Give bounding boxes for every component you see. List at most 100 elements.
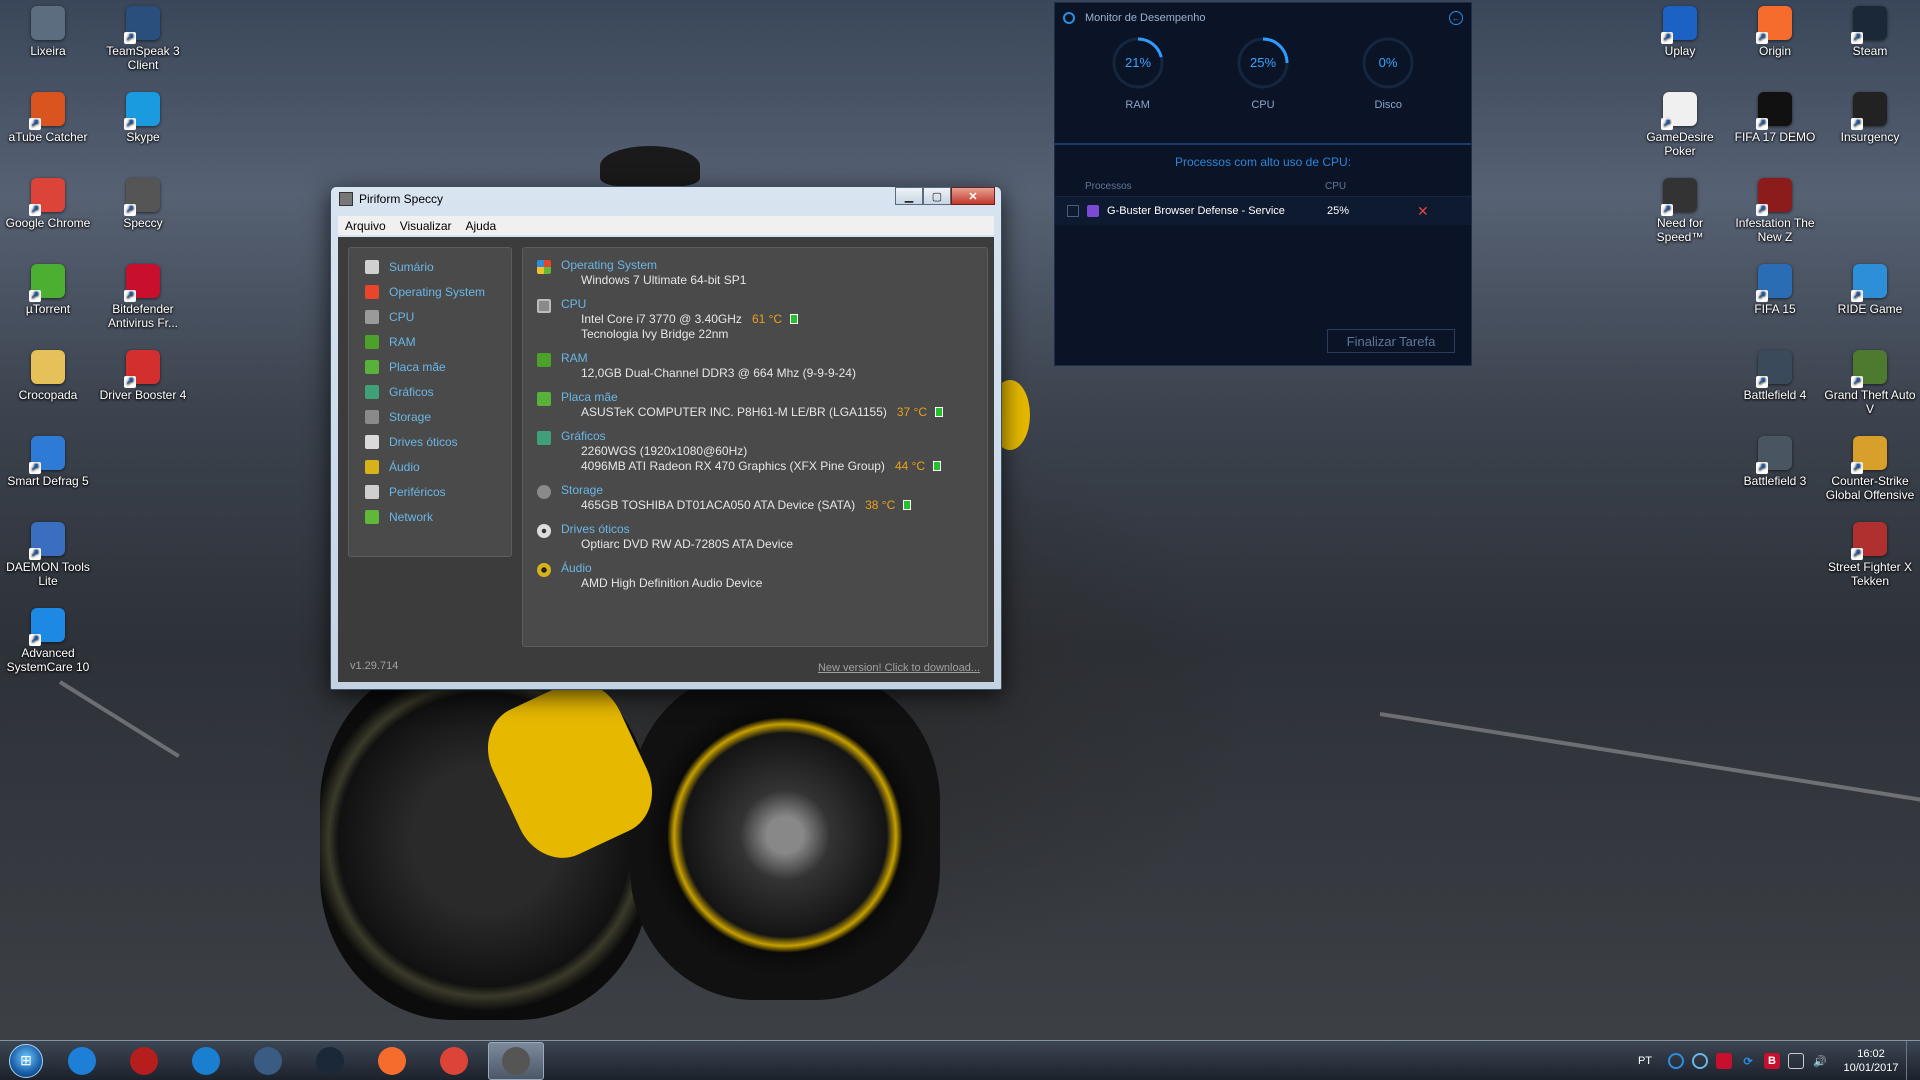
taskbar-button-ie[interactable] — [54, 1042, 110, 1080]
taskbar-button-origin[interactable] — [364, 1042, 420, 1080]
taskbar-button-steam[interactable] — [302, 1042, 358, 1080]
sidebar-item[interactable]: Network — [349, 504, 511, 529]
close-button[interactable]: ✕ — [951, 187, 995, 205]
menu-ajuda[interactable]: Ajuda — [459, 219, 504, 233]
desktop-icon[interactable]: GameDesire Poker — [1634, 92, 1726, 158]
sidebar-item[interactable]: Sumário — [349, 254, 511, 279]
steam-icon — [1851, 6, 1887, 44]
desktop-icon[interactable]: µTorrent — [2, 264, 94, 316]
section-title[interactable]: CPU — [561, 297, 798, 312]
section-motherboard: Placa mãe ASUSTeK COMPUTER INC. P8H61-M … — [523, 390, 987, 420]
desktop-icon[interactable]: Counter-Strike Global Offensive — [1824, 436, 1916, 502]
desktop-icon[interactable]: Infestation The New Z — [1729, 178, 1821, 244]
process-row[interactable]: G-Buster Browser Defense - Service 25% ✕ — [1055, 197, 1471, 225]
section-title[interactable]: Storage — [561, 483, 911, 498]
windows-orb-icon: ⊞ — [9, 1043, 43, 1078]
system-tray: PT ⟳ B 🔊 16:02 10/01/2017 — [1638, 1041, 1920, 1080]
desktop-icon-label: µTorrent — [25, 302, 71, 316]
gauges: 21% RAM 25% CPU 0% Disco — [1055, 33, 1471, 145]
driver-booster-tray-icon[interactable]: ⟳ — [1740, 1053, 1756, 1069]
desktop-icon[interactable]: DAEMON Tools Lite — [2, 522, 94, 588]
desktop-icon[interactable]: Crocopada — [2, 350, 94, 402]
sidebar-item[interactable]: Placa mãe — [349, 354, 511, 379]
sidebar-item-label: Áudio — [389, 459, 420, 474]
section-audio: Áudio AMD High Definition Audio Device — [523, 561, 987, 591]
sidebar-item[interactable]: Periféricos — [349, 479, 511, 504]
chrome-icon — [440, 1046, 468, 1075]
desktop-icon[interactable]: FIFA 15 — [1729, 264, 1821, 316]
network-icon[interactable] — [1788, 1053, 1804, 1069]
language-indicator[interactable]: PT — [1638, 1055, 1652, 1067]
speccy-window[interactable]: Piriform Speccy ▁ ▢ ✕ Arquivo Visualizar… — [330, 186, 1002, 690]
desktop-icon[interactable]: TeamSpeak 3 Client — [97, 6, 189, 72]
desktop-icon[interactable]: Uplay — [1634, 6, 1726, 58]
desktop-icon[interactable]: Battlefield 3 — [1729, 436, 1821, 488]
sidebar-item-label: Drives óticos — [389, 434, 458, 449]
desktop-icon[interactable]: Battlefield 4 — [1729, 350, 1821, 402]
game-tray-icon[interactable] — [1716, 1053, 1732, 1069]
taskbar-button-teamspeak[interactable] — [240, 1042, 296, 1080]
desktop-icon[interactable]: Skype — [97, 92, 189, 144]
process-heading: Processos com alto uso de CPU: — [1174, 155, 1352, 169]
desktop-icon-label: Street Fighter X Tekken — [1827, 560, 1913, 588]
sidebar-item[interactable]: Gráficos — [349, 379, 511, 404]
desktop-icon[interactable]: Insurgency — [1824, 92, 1916, 144]
minimize-button[interactable]: ▁ — [895, 187, 923, 205]
sidebar-item[interactable]: Áudio — [349, 454, 511, 479]
monitor-tray-icon[interactable] — [1668, 1053, 1684, 1069]
sidebar-item-label: Gráficos — [389, 384, 434, 399]
sidebar-item[interactable]: Storage — [349, 404, 511, 429]
bitdefender-tray-icon[interactable]: B — [1764, 1053, 1780, 1069]
origin-icon — [1756, 6, 1792, 44]
section-title[interactable]: Operating System — [561, 258, 746, 273]
sidebar-item[interactable]: CPU — [349, 304, 511, 329]
maximize-button[interactable]: ▢ — [923, 187, 951, 205]
sidebar-item[interactable]: Drives óticos — [349, 429, 511, 454]
desktop-icon[interactable]: Lixeira — [2, 6, 94, 58]
desktop-icon[interactable]: Smart Defrag 5 — [2, 436, 94, 488]
sidebar-item[interactable]: Operating System — [349, 279, 511, 304]
desktop-icon[interactable]: Street Fighter X Tekken — [1824, 522, 1916, 588]
taskbar-button-chrome[interactable] — [426, 1042, 482, 1080]
desktop-icon[interactable]: Steam — [1824, 6, 1916, 58]
section-title[interactable]: Drives óticos — [561, 522, 793, 537]
update-link[interactable]: New version! Click to download... — [818, 662, 980, 674]
section-title[interactable]: Áudio — [561, 561, 762, 576]
section-title[interactable]: RAM — [561, 351, 856, 366]
desktop-icon[interactable]: Bitdefender Antivirus Fr... — [97, 264, 189, 330]
taskbar-button-speccy[interactable] — [488, 1041, 544, 1080]
taskbar-button-ccleaner[interactable] — [178, 1042, 234, 1080]
clock[interactable]: 16:02 10/01/2017 — [1836, 1047, 1906, 1075]
section-title[interactable]: Gráficos — [561, 429, 941, 444]
desktop-icon[interactable]: RIDE Game — [1824, 264, 1916, 316]
volume-icon[interactable]: 🔊 — [1812, 1053, 1828, 1069]
desktop-icon[interactable]: Google Chrome — [2, 178, 94, 230]
section-title[interactable]: Placa mãe — [561, 390, 943, 405]
section-graphics: Gráficos 2260WGS (1920x1080@60Hz) 4096MB… — [523, 429, 987, 474]
sidebar-item[interactable]: RAM — [349, 329, 511, 354]
menu-arquivo[interactable]: Arquivo — [338, 219, 393, 233]
end-task-button[interactable]: Finalizar Tarefa — [1327, 329, 1455, 353]
kill-process-icon[interactable]: ✕ — [1417, 203, 1429, 220]
taskbar-button-ncsoft[interactable] — [116, 1042, 172, 1080]
show-desktop-button[interactable] — [1906, 1041, 1920, 1080]
start-button[interactable]: ⊞ — [4, 1041, 48, 1080]
desktop-icon[interactable]: Grand Theft Auto V — [1824, 350, 1916, 416]
process-checkbox[interactable] — [1067, 205, 1079, 217]
motherboard-icon — [537, 392, 551, 406]
desktop-icon[interactable]: FIFA 17 DEMO — [1729, 92, 1821, 144]
desktop-icon[interactable]: Origin — [1729, 6, 1821, 58]
network-globe-icon[interactable] — [1692, 1053, 1708, 1069]
desktop-icon[interactable]: Driver Booster 4 — [97, 350, 189, 402]
desktop-icon[interactable]: aTube Catcher — [2, 92, 94, 144]
battlefield4-icon — [1756, 350, 1792, 388]
menu-visualizar[interactable]: Visualizar — [393, 219, 459, 233]
desktop-icon-label: Bitdefender Antivirus Fr... — [107, 302, 178, 330]
desktop-icon[interactable]: Speccy — [97, 178, 189, 230]
back-icon[interactable]: ← — [1449, 11, 1463, 25]
desktop-icon[interactable]: Advanced SystemCare 10 — [2, 608, 94, 674]
desktop-icon-label: DAEMON Tools Lite — [6, 560, 90, 588]
desktop-icon[interactable]: Need for Speed™ — [1634, 178, 1726, 244]
desktop-icon-label: FIFA 15 — [1754, 302, 1796, 316]
optical-disc-icon — [537, 524, 551, 538]
